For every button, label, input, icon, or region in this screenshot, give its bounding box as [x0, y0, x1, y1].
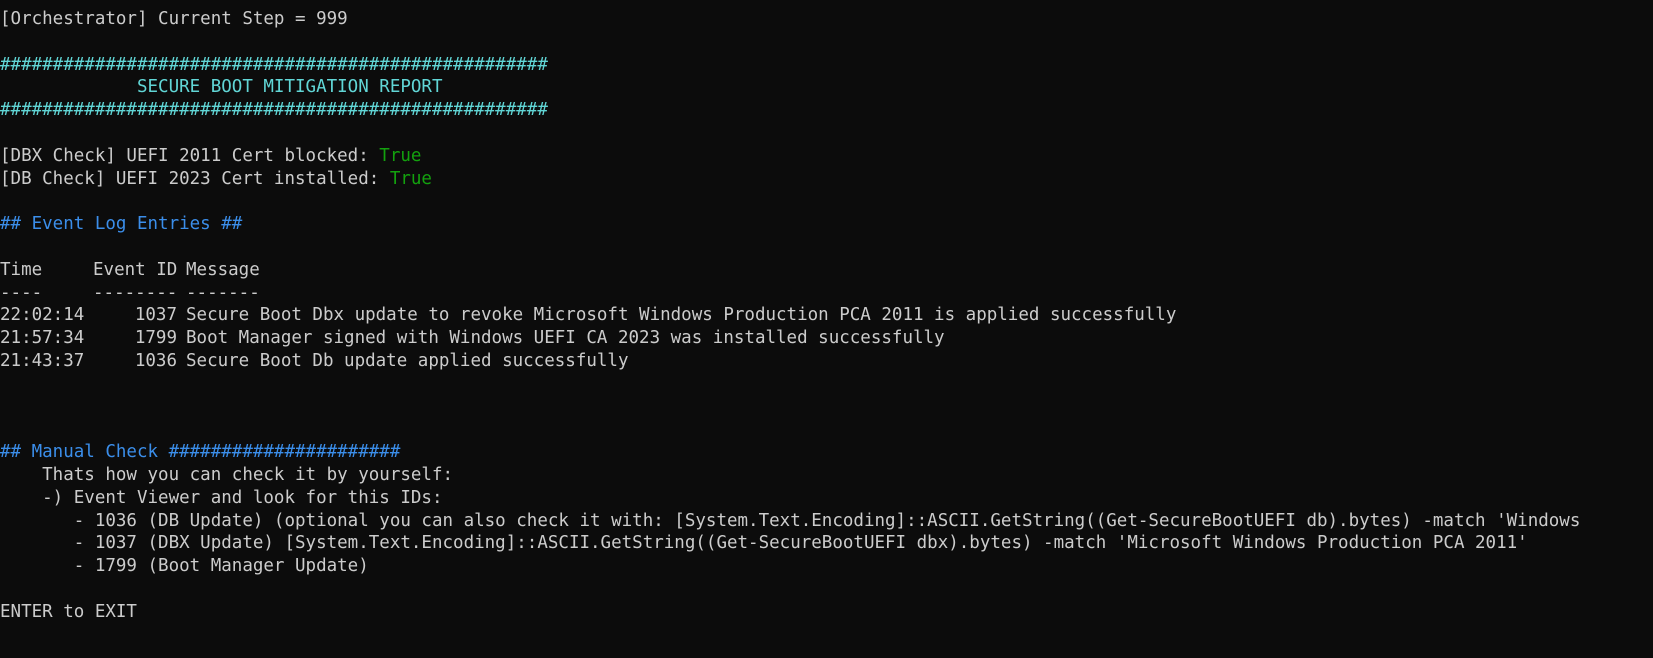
manual-check-line: Thats how you can check it by yourself:: [0, 464, 454, 485]
column-header-message: Message: [186, 259, 260, 280]
table-row: 22:02:14 1037 Secure Boot Dbx update to re…: [0, 304, 1653, 327]
column-header-event-id: Event ID: [93, 259, 178, 280]
separator-event-id: --------: [93, 282, 178, 303]
manual-check-line: - 1799 (Boot Manager Update): [0, 556, 369, 577]
dbx-check-label: [DBX Check] UEFI 2011 Cert blocked:: [0, 145, 380, 166]
manual-check-line: -) Event Viewer and look for this IDs:: [0, 487, 443, 508]
db-check-line: [DB Check] UEFI 2023 Cert installed: Tru…: [0, 168, 1653, 191]
event-id: 1799: [134, 328, 177, 349]
db-check-label: [DB Check] UEFI 2023 Cert installed:: [0, 168, 390, 189]
event-message: Boot Manager signed with Windows UEFI CA…: [186, 328, 945, 349]
event-id: 1037: [134, 305, 177, 326]
event-time: 21:57:34: [0, 328, 85, 349]
event-time: 21:43:37: [0, 350, 85, 371]
event-time: 22:02:14: [0, 305, 85, 326]
report-hash-bar-top: ########################################…: [0, 54, 548, 75]
event-table-separator: ---- -------- -------: [0, 282, 1653, 305]
exit-prompt: ENTER to EXIT: [0, 601, 137, 622]
terminal-output: [Orchestrator] Current Step = 999 ######…: [0, 0, 1653, 658]
table-row: 21:57:34 1799 Boot Manager signed with Win…: [0, 327, 1653, 350]
event-table-header: Time Event ID Message: [0, 259, 1653, 282]
event-message: Secure Boot Dbx update to revoke Microso…: [186, 305, 1177, 326]
dbx-check-line: [DBX Check] UEFI 2011 Cert blocked: True: [0, 145, 1653, 168]
separator-message: -------: [186, 282, 260, 303]
event-log-heading: ## Event Log Entries ##: [0, 214, 243, 235]
db-check-value: True: [389, 168, 432, 189]
manual-check-heading: ## Manual Check ######################: [0, 442, 401, 463]
event-id: 1036: [134, 350, 177, 371]
manual-check-line: - 1037 (DBX Update) [System.Text.Encodin…: [0, 533, 1528, 554]
orchestrator-step-line: [Orchestrator] Current Step = 999: [0, 9, 348, 29]
table-row: 21:43:37 1036 Secure Boot Db update applie…: [0, 350, 1653, 373]
column-header-time: Time: [0, 259, 43, 280]
dbx-check-value: True: [379, 145, 422, 166]
event-message: Secure Boot Db update applied successful…: [186, 350, 629, 371]
report-hash-bar-bottom: ########################################…: [0, 100, 548, 121]
report-title: SECURE BOOT MITIGATION REPORT: [0, 77, 443, 98]
manual-check-line: - 1036 (DB Update) (optional you can als…: [0, 510, 1581, 531]
separator-time: ----: [0, 282, 43, 303]
